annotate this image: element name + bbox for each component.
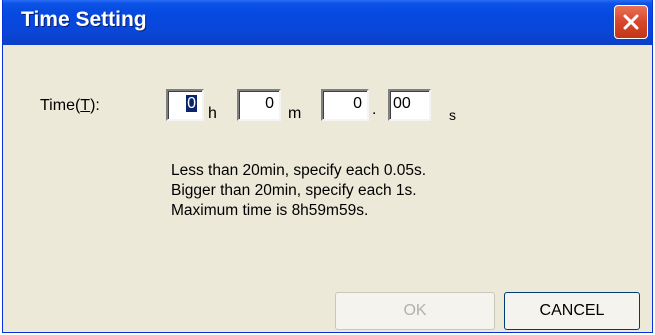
seconds-input[interactable]: 0	[321, 89, 369, 121]
fraction-input[interactable]: 00	[388, 89, 431, 121]
dialog-title: Time Setting	[21, 8, 147, 31]
hours-input[interactable]: 0	[166, 89, 204, 121]
cancel-button[interactable]: CANCEL	[504, 292, 640, 330]
ok-button[interactable]: OK	[335, 292, 495, 330]
hours-value: 0	[186, 95, 197, 112]
close-icon	[623, 14, 639, 30]
minutes-unit: m	[288, 105, 302, 122]
seconds-value: 0	[353, 95, 362, 112]
minutes-value: 0	[265, 95, 274, 112]
close-button[interactable]	[614, 5, 648, 39]
info-line-1: Less than 20min, specify each 0.05s.	[171, 162, 427, 179]
time-setting-dialog: Time Setting Time(T): 0 h 0 m 0 . 00 s L…	[2, 0, 653, 333]
decimal-separator: .	[372, 101, 377, 118]
seconds-unit: s	[449, 107, 456, 123]
hours-unit: h	[208, 105, 217, 122]
minutes-input[interactable]: 0	[237, 89, 281, 121]
dialog-body: Time(T): 0 h 0 m 0 . 00 s Less than 20mi…	[11, 45, 644, 332]
title-bar[interactable]: Time Setting	[3, 0, 652, 45]
info-line-2: Bigger than 20min, specify each 1s.	[171, 182, 417, 199]
time-label: Time(T):	[40, 97, 100, 114]
fraction-value: 00	[393, 95, 411, 112]
info-line-3: Maximum time is 8h59m59s.	[171, 202, 369, 219]
time-label-accelerator: T	[80, 97, 91, 114]
